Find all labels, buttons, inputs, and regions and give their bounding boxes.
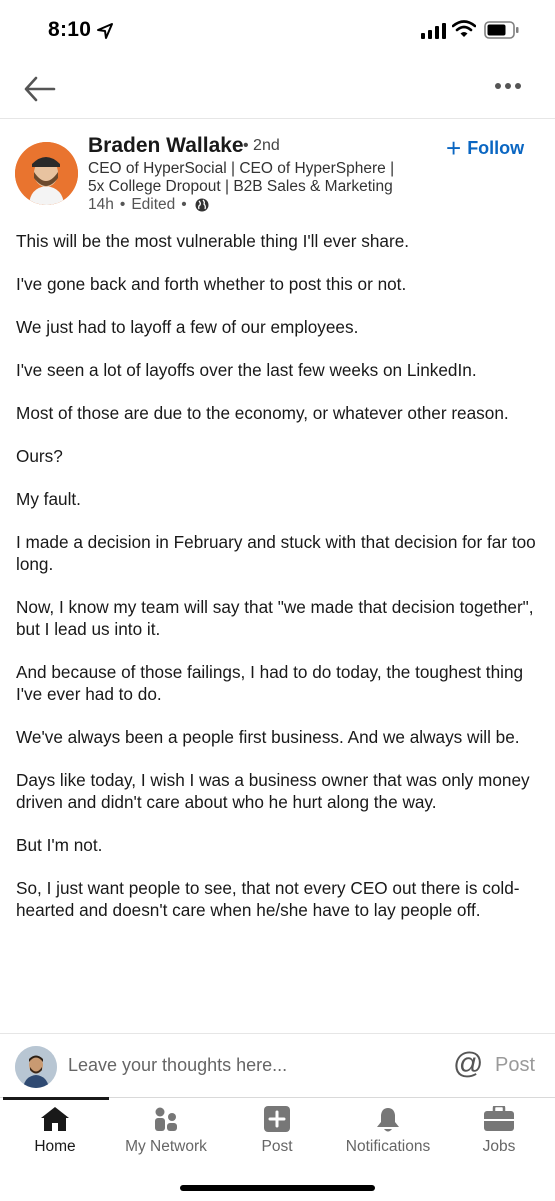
- home-indicator: [180, 1185, 375, 1191]
- battery-icon: [484, 21, 519, 39]
- nav-home[interactable]: Home: [0, 1098, 110, 1168]
- plus-square-icon: [264, 1106, 290, 1132]
- comment-input[interactable]: Leave your thoughts here...: [68, 1055, 287, 1076]
- comment-bar: Leave your thoughts here... @ Post: [0, 1033, 555, 1098]
- home-icon: [41, 1107, 69, 1131]
- post-paragraph: Most of those are due to the economy, or…: [16, 403, 509, 423]
- status-time: 8:10: [48, 18, 92, 41]
- follow-label: Follow: [467, 137, 525, 158]
- nav-label: Post: [261, 1138, 293, 1155]
- post-paragraph: Now, I know my team will say that "we ma…: [16, 597, 534, 639]
- nav-notifications[interactable]: Notifications: [333, 1098, 443, 1168]
- post-paragraph: My fault.: [16, 489, 81, 509]
- nav-label: Home: [34, 1138, 76, 1155]
- user-avatar: [15, 1046, 57, 1088]
- nav-label: Notifications: [345, 1138, 431, 1155]
- more-options-button[interactable]: [494, 78, 534, 102]
- cell-signal-icon: [421, 23, 446, 39]
- mention-icon[interactable]: @: [453, 1049, 483, 1079]
- post-paragraph: We just had to layoff a few of our emplo…: [16, 317, 359, 337]
- post-paragraph: We've always been a people first busines…: [16, 727, 520, 747]
- post-paragraph: This will be the most vulnerable thing I…: [16, 231, 410, 251]
- post-paragraph: Ours?: [16, 446, 63, 466]
- post-meta: 14h • Edited •: [88, 196, 209, 214]
- nav-my-network[interactable]: My Network: [111, 1098, 221, 1168]
- ellipsis-icon: [495, 83, 521, 89]
- network-icon: [155, 1107, 177, 1131]
- post-comment-button[interactable]: Post: [495, 1054, 535, 1077]
- connection-degree: • 2nd: [243, 137, 280, 154]
- post-timestamp: 14h: [88, 196, 114, 213]
- meta-separator: •: [181, 196, 187, 213]
- post-paragraph: But I'm not.: [16, 835, 103, 855]
- author-avatar[interactable]: [15, 142, 78, 205]
- globe-icon: [195, 198, 209, 212]
- follow-button[interactable]: + Follow: [446, 135, 524, 161]
- back-arrow-icon: [24, 76, 56, 102]
- bell-icon: [377, 1108, 399, 1132]
- app-header: [0, 62, 555, 119]
- person-avatar-icon: [15, 142, 78, 205]
- post-paragraph: And because of those failings, I had to …: [16, 662, 524, 704]
- author-headline-line1: CEO of HyperSocial | CEO of HyperSphere …: [88, 160, 395, 177]
- status-bar: 8:10: [0, 0, 555, 62]
- post-paragraph: Days like today, I wish I was a business…: [16, 770, 530, 812]
- nav-jobs[interactable]: Jobs: [444, 1098, 554, 1168]
- meta-separator: •: [119, 196, 126, 213]
- nav-label: Jobs: [482, 1138, 516, 1155]
- nav-label: My Network: [125, 1138, 207, 1155]
- author-name[interactable]: Braden Wallake: [88, 134, 244, 158]
- location-arrow-icon: [97, 23, 113, 39]
- nav-post[interactable]: Post: [222, 1098, 332, 1168]
- back-button[interactable]: [22, 74, 62, 106]
- edited-label: Edited: [131, 196, 176, 213]
- wifi-icon: [452, 20, 476, 37]
- briefcase-icon: [484, 1106, 514, 1131]
- post-paragraph: So, I just want people to see, that not …: [16, 878, 520, 920]
- plus-icon: +: [446, 133, 462, 163]
- post-paragraph: I've gone back and forth whether to post…: [16, 274, 407, 294]
- post-body: This will be the most vulnerable thing I…: [16, 230, 541, 942]
- person-avatar-icon: [15, 1046, 57, 1088]
- post-paragraph: I've seen a lot of layoffs over the last…: [16, 360, 477, 380]
- post-paragraph: I made a decision in February and stuck …: [16, 532, 536, 574]
- author-headline-line2: 5x College Dropout | B2B Sales & Marketi…: [88, 178, 393, 195]
